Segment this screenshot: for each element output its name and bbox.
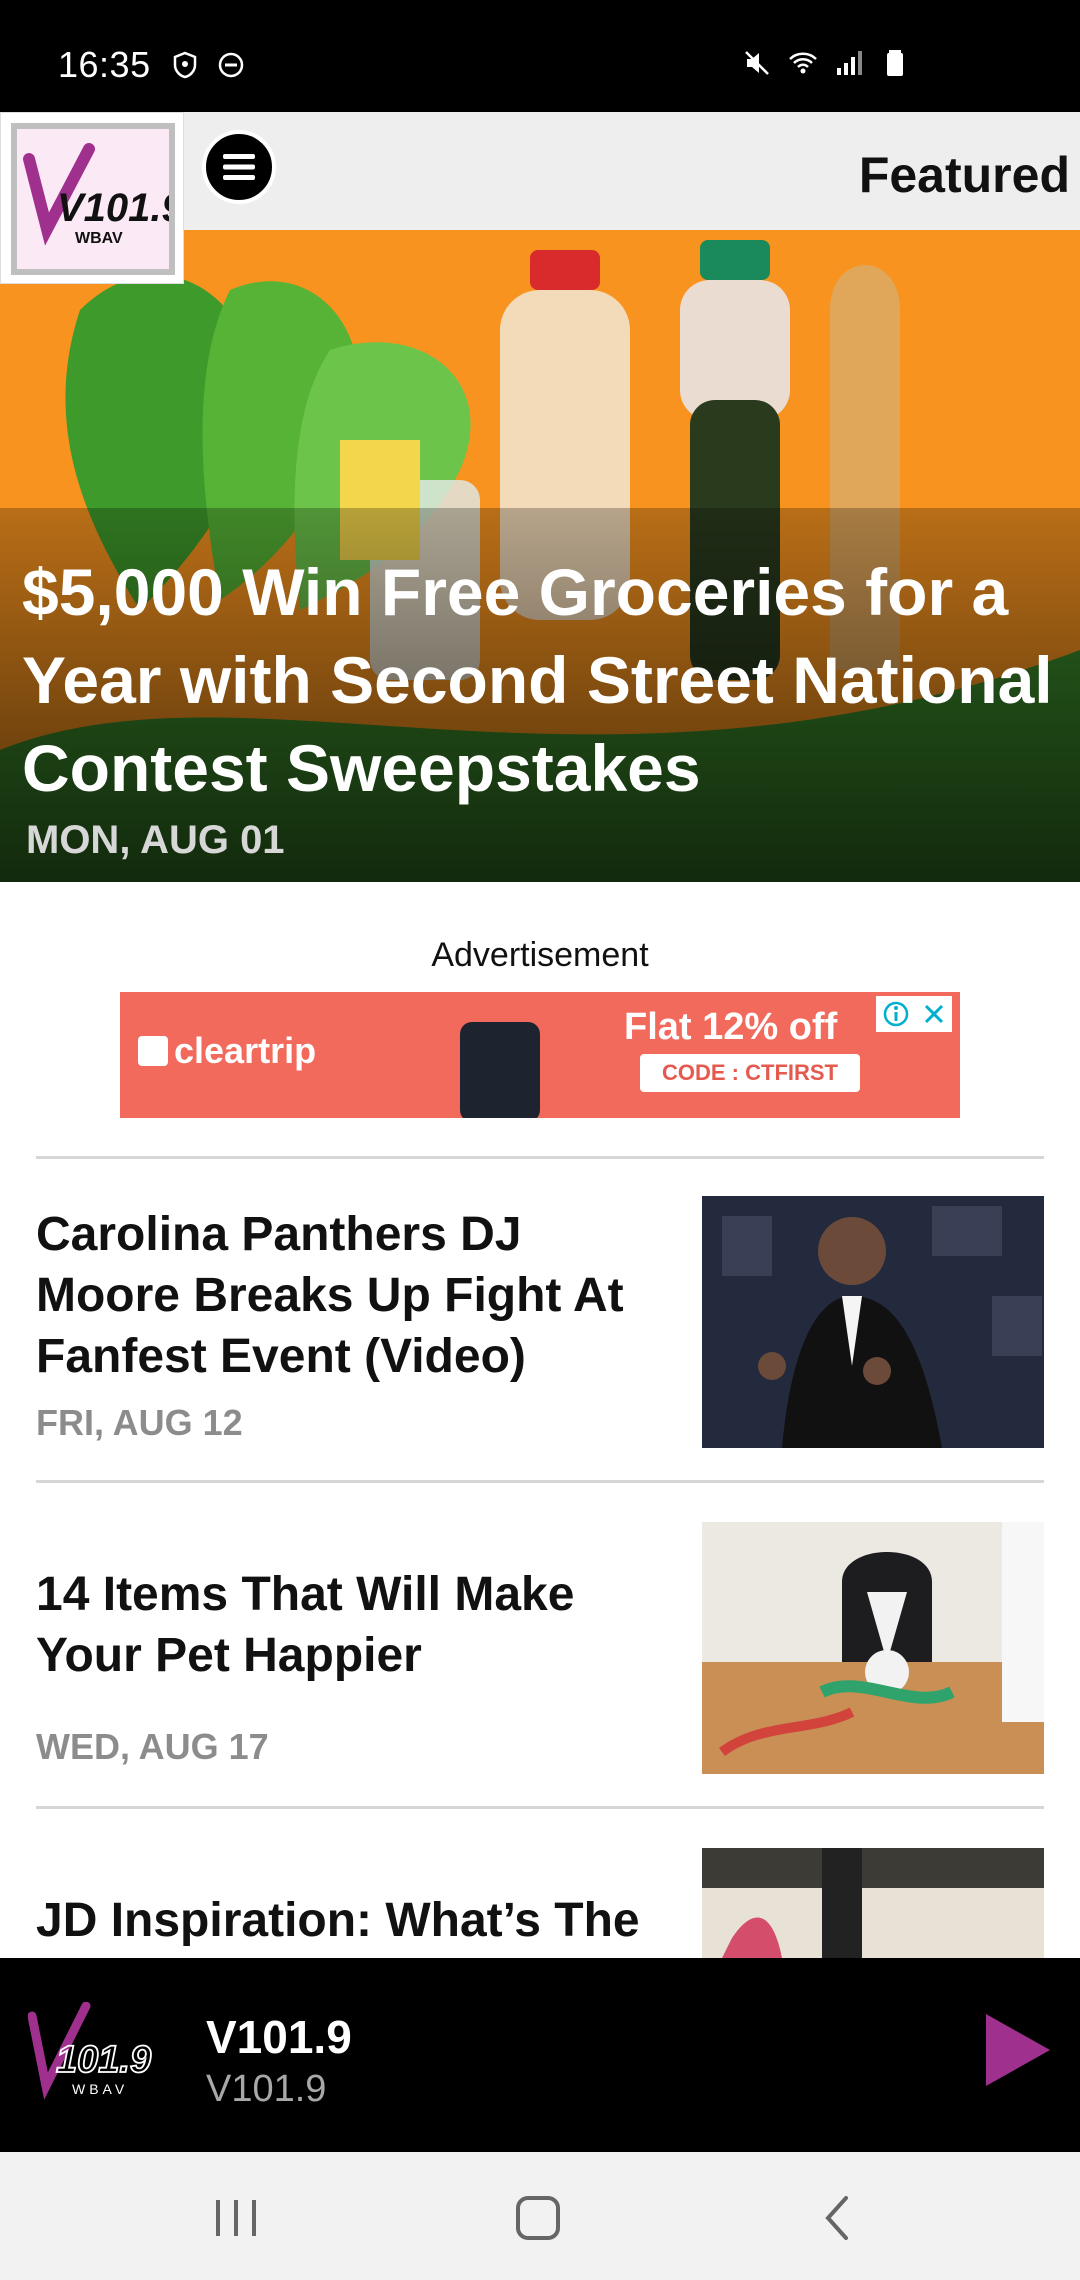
system-nav-bar bbox=[0, 2152, 1080, 2280]
phone-illustration bbox=[460, 1022, 540, 1118]
station-logo[interactable]: V101.9 WBAV bbox=[0, 112, 185, 284]
status-time: 16:35 bbox=[58, 44, 151, 85]
article-title[interactable]: JD Inspiration: What’s The bbox=[36, 1890, 676, 1951]
article-item[interactable]: Carolina Panthers DJ Moore Breaks Up Fig… bbox=[0, 1196, 1080, 1448]
status-icons-left bbox=[170, 50, 246, 80]
do-not-disturb-icon bbox=[218, 52, 244, 78]
station-logo-frame: V101.9 WBAV bbox=[11, 123, 185, 275]
section-title: Featured bbox=[858, 147, 1070, 203]
article-thumbnail[interactable] bbox=[702, 1196, 1044, 1448]
now-playing-bar[interactable]: 101.9 WBAV V101.9 V101.9 bbox=[0, 1958, 1080, 2152]
battery-icon bbox=[887, 50, 903, 76]
svg-text:WBAV: WBAV bbox=[72, 2081, 128, 2097]
article-thumbnail-image bbox=[702, 1522, 1044, 1774]
divider bbox=[36, 1806, 1044, 1809]
logo-text: V101.9 bbox=[57, 186, 169, 230]
shield-icon bbox=[173, 51, 197, 79]
hero-card[interactable]: $5,000 Win Free Groceries for a Year wit… bbox=[0, 230, 1080, 882]
svg-text:101.9: 101.9 bbox=[56, 2039, 151, 2081]
player-station-logo: 101.9 WBAV bbox=[28, 2002, 152, 2100]
hamburger-menu-icon bbox=[223, 154, 255, 180]
article-title[interactable]: Carolina Panthers DJ Moore Breaks Up Fig… bbox=[36, 1204, 656, 1387]
ad-code: CODE : CTFIRST bbox=[640, 1054, 860, 1092]
recent-apps-icon[interactable] bbox=[206, 2188, 266, 2248]
mute-icon bbox=[745, 51, 769, 75]
ad-brand: cleartrip bbox=[138, 1030, 316, 1072]
signal-icon bbox=[837, 51, 862, 75]
back-icon[interactable] bbox=[808, 2188, 868, 2248]
article-title[interactable]: 14 Items That Will Make Your Pet Happier bbox=[36, 1564, 656, 1686]
player-station-subtitle: V101.9 bbox=[206, 2068, 327, 2110]
menu-button[interactable] bbox=[202, 130, 276, 204]
divider bbox=[36, 1480, 1044, 1483]
ad-controls[interactable] bbox=[876, 996, 952, 1032]
hero-title[interactable]: $5,000 Win Free Groceries for a Year wit… bbox=[22, 548, 1072, 812]
status-bar: 16:35 bbox=[0, 0, 1080, 112]
article-date: WED, AUG 17 bbox=[36, 1726, 269, 1767]
ad-offer: Flat 12% off bbox=[624, 1006, 838, 1048]
article-date: FRI, AUG 12 bbox=[36, 1402, 243, 1443]
divider bbox=[36, 1156, 1044, 1159]
wifi-icon bbox=[789, 52, 817, 74]
station-logo-graphic: V101.9 WBAV bbox=[23, 143, 185, 247]
home-icon[interactable] bbox=[508, 2188, 568, 2248]
ad-label: Advertisement bbox=[431, 936, 649, 974]
logo-subtext: WBAV bbox=[75, 230, 123, 247]
article-thumbnail[interactable] bbox=[702, 1522, 1044, 1774]
article-thumbnail-image bbox=[702, 1848, 1044, 1958]
article-item[interactable]: JD Inspiration: What’s The bbox=[0, 1848, 1080, 1958]
ad-close-icon[interactable] bbox=[922, 1002, 946, 1026]
player-station-name: V101.9 bbox=[206, 2011, 352, 2063]
play-icon[interactable] bbox=[982, 2010, 1054, 2090]
article-thumbnail-image bbox=[702, 1196, 1044, 1448]
ad-banner[interactable]: cleartrip Flat 12% off CODE : CTFIRST bbox=[120, 992, 960, 1118]
article-thumbnail[interactable] bbox=[702, 1848, 1044, 1958]
ad-info-icon[interactable] bbox=[882, 1000, 910, 1028]
hero-date: MON, AUG 01 bbox=[26, 818, 285, 862]
status-icons-right bbox=[742, 48, 910, 78]
check-icon bbox=[138, 1036, 168, 1066]
ad-brand-text: cleartrip bbox=[174, 1030, 317, 1071]
article-item[interactable]: 14 Items That Will Make Your Pet Happier… bbox=[0, 1522, 1080, 1774]
